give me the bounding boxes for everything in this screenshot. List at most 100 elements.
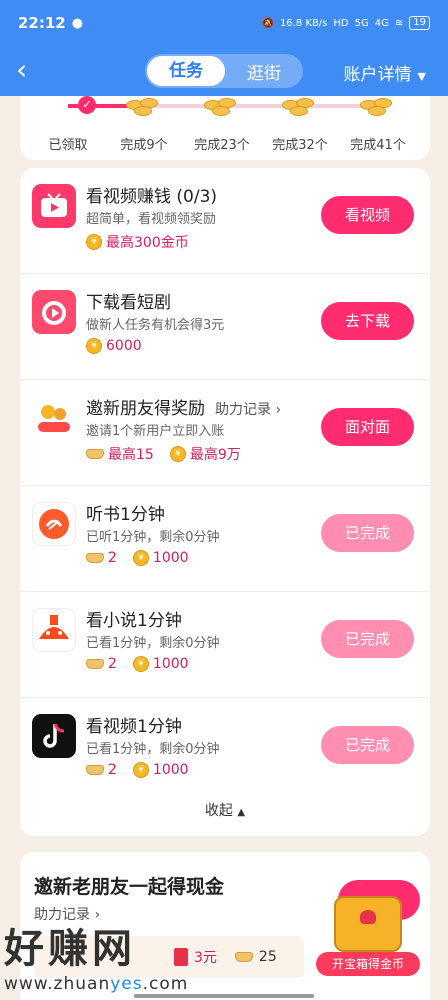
- net-speed: 16.8 KB/s: [279, 17, 328, 29]
- task-title: 下载看短剧: [86, 293, 171, 313]
- ingot-icon: [234, 952, 253, 962]
- caret-down-icon: ▼: [417, 70, 426, 83]
- milestone-label: 完成41个: [350, 138, 406, 153]
- reward-coin-value: 1000: [152, 762, 189, 778]
- treasure-chest-button[interactable]: 开宝箱得金币: [316, 888, 420, 978]
- watch-video-button[interactable]: 看视频: [321, 196, 414, 234]
- task-item: 看小说1分钟 已看1分钟，剩余0分钟 2 ¥1000 已完成: [20, 592, 430, 698]
- ingot-icon: [86, 765, 104, 775]
- task-list: 看视频赚钱 (0/3) 超简单，看视频领奖励 ¥ 最高300金币 看视频 下载看短…: [20, 168, 430, 836]
- status-bar: 22:12 ● 🔕 16.8 KB/s HD 5G 4G ≋ 19: [0, 0, 448, 46]
- nav-bar: ‹ 任务 逛街 账户详情 ▼: [0, 46, 448, 96]
- task-reward: ¥ 最高300金币: [86, 232, 189, 252]
- signal-4g: 4G: [374, 17, 389, 29]
- account-details-menu[interactable]: 账户详情 ▼: [344, 60, 426, 85]
- coin-icon: ¥: [132, 550, 149, 566]
- chest-label: 开宝箱得金币: [316, 952, 420, 976]
- coin-icon: ¥: [132, 656, 149, 672]
- tab-tasks[interactable]: 任务: [147, 56, 225, 86]
- milestone-label: 完成9个: [120, 138, 168, 153]
- task-title-text: 邀新朋友得奖励: [86, 399, 205, 419]
- coin-icon: ¥: [86, 338, 102, 354]
- coin-icon: ¥: [169, 446, 186, 462]
- home-indicator[interactable]: [134, 994, 314, 998]
- audiobook-icon: [32, 502, 76, 546]
- milestone-label: 完成23个: [194, 138, 250, 153]
- caret-up-icon: ▲: [237, 807, 246, 818]
- task-item: 看视频赚钱 (0/3) 超简单，看视频领奖励 ¥ 最高300金币 看视频: [20, 168, 430, 274]
- reward-ingot-value: 最高15: [108, 447, 154, 463]
- face-to-face-button[interactable]: 面对面: [321, 408, 414, 446]
- invite-ingot-value: 25: [258, 949, 277, 965]
- download-button[interactable]: 去下载: [321, 302, 414, 340]
- task-reward: ¥6000: [86, 338, 142, 354]
- completed-button[interactable]: 已完成: [321, 514, 414, 552]
- task-reward: 最高15 ¥ 最高9万: [86, 444, 241, 464]
- ingot-icon: [86, 659, 104, 669]
- reward-ingot-value: 2: [108, 550, 117, 566]
- treasure-chest-icon: [334, 896, 402, 952]
- task-title: 看小说1分钟: [86, 611, 182, 631]
- back-arrow-icon[interactable]: ‹: [16, 56, 40, 86]
- coin-icon: ¥: [86, 234, 102, 250]
- reward-coin-value: 1000: [152, 656, 189, 672]
- coin-stack-icon: [356, 96, 400, 118]
- coin-stack-icon: [278, 96, 322, 118]
- watermark-url-highlight: yes: [110, 974, 143, 994]
- reward-coin-value: 1000: [152, 550, 189, 566]
- tab-switcher: 任务 逛街: [145, 54, 303, 88]
- milestone-label: 已领取: [48, 138, 88, 153]
- task-title: 邀新朋友得奖励 助力记录 ›: [86, 394, 281, 419]
- battery-icon: 19: [409, 16, 430, 30]
- reward-coin-value: 最高9万: [189, 447, 241, 463]
- short-drama-icon: [32, 290, 76, 334]
- invite-friend-icon: [32, 396, 76, 440]
- coin-stack-icon: [122, 96, 166, 118]
- tab-shopping[interactable]: 逛街: [225, 59, 303, 84]
- task-item: 看视频1分钟 已看1分钟，剩余0分钟 2 ¥1000 已完成: [20, 698, 430, 804]
- task-desc: 已听1分钟，剩余0分钟: [86, 530, 220, 545]
- reward-ingot-value: 2: [108, 656, 117, 672]
- task-desc: 超简单，看视频领奖励: [86, 212, 217, 227]
- reward-ingot-value: 2: [108, 762, 117, 778]
- coin-icon: ¥: [132, 762, 149, 778]
- task-desc: 邀请1个新用户立即入账: [86, 424, 225, 439]
- task-desc: 已看1分钟，剩余0分钟: [86, 636, 220, 651]
- message-icon: ●: [71, 15, 84, 31]
- task-desc: 做新人任务有机会得3元: [86, 318, 225, 333]
- progress-card: ✓ 已领取 完成9个 完成23个 完成32个 完成41个: [20, 96, 430, 160]
- coin-stack-icon: [200, 96, 244, 118]
- check-icon: ✓: [78, 96, 96, 114]
- clock: 22:12: [18, 14, 66, 32]
- collapse-label: 收起: [204, 803, 233, 819]
- tiktok-icon: [32, 714, 76, 758]
- mute-icon: 🔕: [261, 17, 274, 29]
- heart-icon: [360, 910, 376, 924]
- ingot-icon: [86, 553, 104, 563]
- completed-button[interactable]: 已完成: [321, 620, 414, 658]
- task-item: 下载看短剧 做新人任务有机会得3元 ¥6000 去下载: [20, 274, 430, 380]
- task-title: 听书1分钟: [86, 505, 165, 525]
- invite-title: 邀新老朋友一起得现金: [34, 876, 225, 898]
- wifi-icon: ≋: [394, 17, 404, 29]
- signal-5g: 5G: [354, 17, 369, 29]
- task-title: 看视频赚钱 (0/3): [86, 187, 218, 207]
- task-reward: 2 ¥1000: [86, 550, 189, 566]
- task-reward: 2 ¥1000: [86, 656, 189, 672]
- novel-icon: [32, 608, 76, 652]
- help-record-label: 助力记录: [215, 402, 271, 418]
- reward-coin-value: 6000: [106, 338, 142, 354]
- account-details-label: 账户详情: [343, 65, 412, 85]
- ingot-icon: [86, 449, 104, 459]
- task-item: 邀新朋友得奖励 助力记录 › 邀请1个新用户立即入账 最高15 ¥ 最高9万 面对面: [20, 380, 430, 486]
- reward-coin-value: 最高300金币: [106, 235, 189, 251]
- help-record-link[interactable]: 助力记录 ›: [215, 402, 281, 418]
- site-watermark: 好赚网 www.zhuanyes.com: [4, 916, 204, 996]
- completed-button[interactable]: 已完成: [321, 726, 414, 764]
- task-item: 听书1分钟 已听1分钟，剩余0分钟 2 ¥1000 已完成: [20, 486, 430, 592]
- task-desc: 已看1分钟，剩余0分钟: [86, 742, 220, 757]
- watermark-url: www.zhuanyes.com: [4, 974, 204, 994]
- collapse-toggle[interactable]: 收起 ▲: [20, 800, 430, 820]
- milestone-label: 完成32个: [272, 138, 328, 153]
- task-reward: 2 ¥1000: [86, 762, 189, 778]
